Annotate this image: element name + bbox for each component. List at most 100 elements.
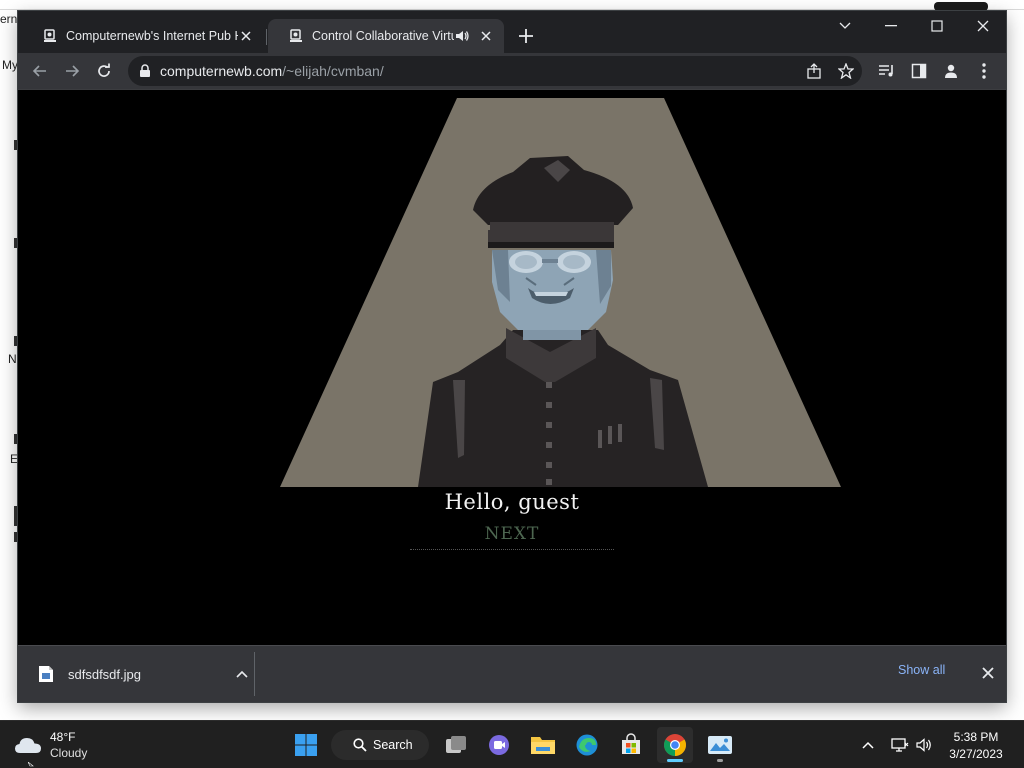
download-options-button[interactable] [232, 664, 252, 684]
tab-title: Computernewb's Internet Pub Hu [66, 29, 238, 43]
browser-toolbar: computernewb.com/~elijah/cvmban/ [18, 53, 1006, 89]
share-icon [807, 63, 821, 79]
network-status-button[interactable] [890, 735, 910, 755]
tab-close-icon[interactable] [478, 28, 494, 44]
network-icon [891, 738, 909, 752]
running-app-indicator [717, 759, 723, 762]
arrow-right-icon [66, 65, 80, 77]
next-button[interactable]: NEXT [410, 522, 614, 550]
start-button[interactable] [288, 727, 324, 763]
background-text-fragment: ern [0, 12, 18, 26]
chrome-button[interactable] [657, 727, 693, 763]
chevron-up-icon [236, 670, 248, 678]
taskbar-clock[interactable]: 5:38 PM 3/27/2023 [936, 729, 1016, 763]
search-label: Search [373, 738, 413, 752]
address-bar[interactable]: computernewb.com/~elijah/cvmban/ [128, 56, 862, 86]
side-panel-button[interactable] [909, 61, 929, 81]
browser-window: Computernewb's Internet Pub Hu Control C… [18, 11, 1006, 702]
profile-icon [945, 64, 957, 78]
profile-button[interactable] [941, 61, 961, 81]
url-text[interactable]: computernewb.com/~elijah/cvmban/ [160, 63, 384, 79]
tab-separator [266, 29, 267, 45]
show-hidden-icons-button[interactable] [858, 735, 878, 755]
download-file-name: sdfsdfsdf.jpg [68, 666, 141, 682]
background-window-control [934, 2, 988, 11]
arrow-left-icon [32, 65, 46, 77]
tab-title: Control Collaborative Virtual [312, 29, 454, 43]
close-download-bar-button[interactable] [978, 663, 998, 683]
star-icon [838, 63, 854, 79]
side-panel-icon [911, 63, 927, 79]
weather-widget[interactable]: 48°F Cloudy [14, 727, 87, 763]
new-tab-button[interactable] [515, 25, 537, 47]
lock-icon[interactable] [138, 64, 152, 78]
file-explorer-button[interactable] [525, 727, 561, 763]
back-button[interactable] [27, 58, 53, 84]
url-host: computernewb.com [160, 63, 283, 79]
close-icon [977, 20, 989, 32]
site-logo-icon [44, 29, 56, 42]
tab-search-button[interactable] [822, 11, 868, 41]
page-viewport: Hello, guest NEXT [18, 90, 1006, 645]
volume-button[interactable] [914, 735, 934, 755]
chevron-down-icon [839, 22, 851, 29]
windows-logo-icon [295, 734, 317, 756]
task-view-button[interactable] [438, 727, 474, 763]
mouse-cursor-icon [28, 762, 34, 767]
show-all-downloads-link[interactable]: Show all [898, 663, 945, 677]
maximize-button[interactable] [914, 11, 960, 41]
close-window-button[interactable] [960, 11, 1006, 41]
share-button[interactable] [804, 61, 824, 81]
chat-icon [489, 735, 509, 755]
microsoft-store-button[interactable] [613, 727, 649, 763]
plus-icon [519, 29, 533, 43]
weather-temperature: 48°F [50, 730, 76, 744]
background-window-edge [0, 0, 1024, 10]
tab-close-icon[interactable] [238, 28, 254, 44]
background-text-fragment: E [10, 452, 19, 466]
background-text-fragment: N [8, 352, 17, 366]
file-image-icon [39, 666, 53, 682]
task-view-icon [446, 736, 466, 753]
background-text-fragment: My [2, 58, 18, 72]
photos-icon [708, 736, 732, 754]
guard-character-illustration [280, 98, 841, 487]
minimize-button[interactable] [868, 11, 914, 41]
tab-control-collaborative[interactable]: Control Collaborative Virtual [268, 19, 504, 53]
teams-chat-button[interactable] [481, 727, 517, 763]
browser-menu-button[interactable] [974, 61, 994, 81]
download-item[interactable]: sdfsdfsdf.jpg [28, 654, 254, 694]
tab-internet-pub[interactable]: Computernewb's Internet Pub Hu [22, 19, 264, 53]
search-icon [353, 738, 367, 752]
speaker-icon[interactable] [454, 28, 470, 44]
more-vertical-icon [982, 63, 986, 79]
tab-strip: Computernewb's Internet Pub Hu Control C… [18, 11, 1006, 53]
close-icon [982, 667, 994, 679]
site-logo-icon [290, 29, 302, 42]
windows-taskbar: 48°F Cloudy Search 5:38 PM 3/27/2023 [0, 720, 1024, 768]
cloud-icon [15, 738, 41, 753]
forward-button[interactable] [59, 58, 85, 84]
store-icon [622, 733, 640, 754]
media-control-button[interactable] [877, 61, 897, 81]
minimize-icon [885, 25, 897, 27]
taskbar-search[interactable]: Search [331, 730, 429, 760]
edge-icon [576, 734, 598, 756]
greeting-text: Hello, guest [444, 490, 580, 514]
edge-browser-button[interactable] [569, 727, 605, 763]
chevron-up-icon [862, 741, 874, 749]
download-bar: sdfsdfsdf.jpg Show all [18, 645, 1006, 702]
clock-time: 5:38 PM [953, 730, 999, 744]
media-queue-icon [879, 65, 893, 77]
download-separator [254, 652, 255, 696]
bookmark-button[interactable] [836, 61, 856, 81]
chrome-icon [664, 734, 686, 756]
active-app-indicator [667, 759, 683, 762]
url-path: /~elijah/cvmban/ [282, 63, 384, 79]
weather-condition: Cloudy [50, 746, 88, 760]
volume-icon [916, 738, 931, 752]
photos-app-button[interactable] [702, 727, 738, 763]
maximize-icon [931, 20, 943, 32]
reload-button[interactable] [91, 58, 117, 84]
reload-icon [98, 63, 110, 77]
